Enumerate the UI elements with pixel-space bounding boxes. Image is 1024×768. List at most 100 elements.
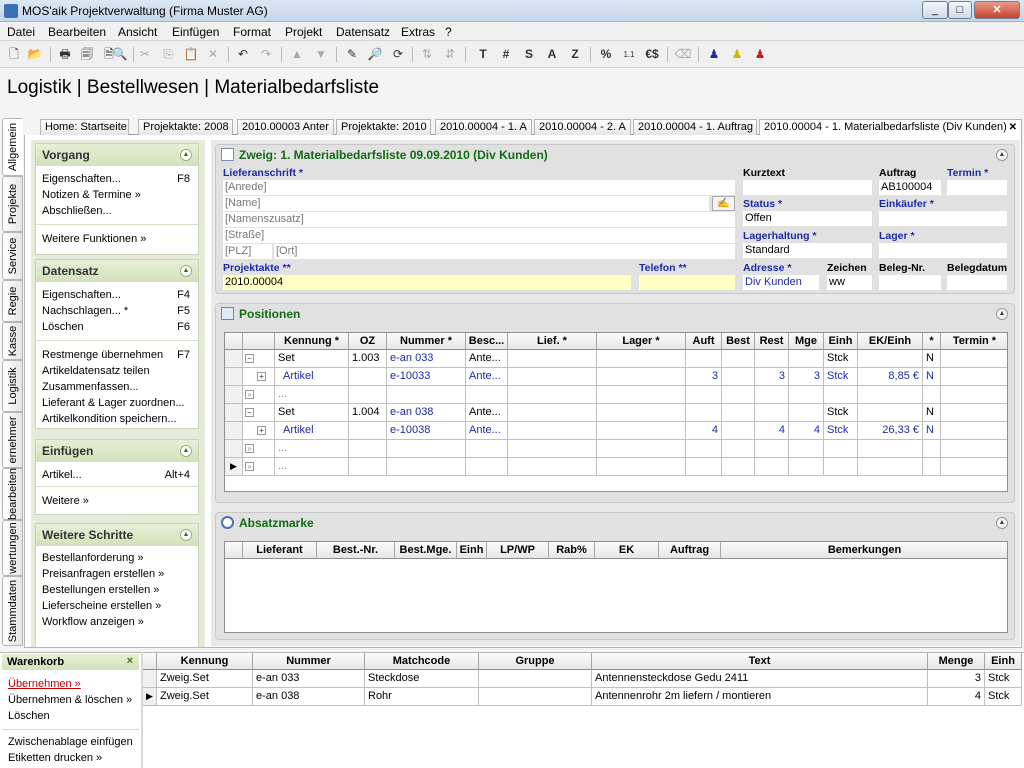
lagerhaltung-field[interactable]: Standard: [743, 243, 872, 258]
cell-mge[interactable]: 4: [789, 422, 824, 440]
cell-einh[interactable]: Stck: [824, 422, 858, 440]
cell-lager[interactable]: [597, 386, 686, 404]
cell-oz[interactable]: 1.003: [349, 350, 387, 368]
plz-field[interactable]: [PLZ]: [223, 244, 272, 259]
section-header[interactable]: Vorgang ▲: [36, 144, 198, 166]
cell-ek[interactable]: 8,85 €: [858, 368, 923, 386]
section-header[interactable]: Einfügen ▲: [36, 440, 198, 462]
cell-star[interactable]: N: [923, 422, 941, 440]
vtab-unternehmer[interactable]: ernehmer: [2, 412, 23, 468]
col-menge[interactable]: Menge: [928, 653, 985, 670]
datensatz-eigenschaften[interactable]: Eigenschaften...: [42, 289, 121, 301]
row-indicator[interactable]: [225, 422, 243, 440]
broom-icon[interactable]: ⌫: [673, 45, 693, 64]
cell-termin[interactable]: [941, 422, 1007, 440]
cell-oz[interactable]: 1.004: [349, 404, 387, 422]
cell-nummer[interactable]: [387, 386, 466, 404]
tab-home[interactable]: Home: Startseite: [40, 119, 129, 135]
cell-ek[interactable]: [858, 350, 923, 368]
s-button[interactable]: S: [519, 45, 539, 64]
schritt-preisanfragen[interactable]: Preisanfragen erstellen »: [42, 568, 164, 580]
row-indicator[interactable]: ▶: [143, 688, 157, 706]
cell-star[interactable]: [923, 386, 941, 404]
collapse-icon[interactable]: ▲: [996, 308, 1008, 320]
cell-matchcode[interactable]: Steckdose: [365, 670, 479, 688]
strasse-field[interactable]: [Straße]: [223, 228, 735, 243]
col-lieferant[interactable]: Lieferant: [243, 542, 317, 559]
cell-menge[interactable]: 4: [928, 688, 985, 706]
cell-besc[interactable]: Ante...: [466, 422, 508, 440]
cell-best[interactable]: [722, 368, 755, 386]
new-row-icon[interactable]: »: [245, 390, 254, 399]
einkaeufer-field[interactable]: [879, 211, 1007, 226]
cell-besc[interactable]: Ante...: [466, 350, 508, 368]
move-up-icon[interactable]: ▲: [287, 45, 307, 64]
col-termin[interactable]: Termin *: [941, 333, 1007, 350]
search-page-icon[interactable]: 🔍: [110, 45, 130, 64]
cell-star[interactable]: [923, 440, 941, 458]
cell-auft[interactable]: [686, 404, 722, 422]
anrede-field[interactable]: [Anrede]: [223, 180, 735, 195]
cell-oz[interactable]: [349, 440, 387, 458]
menu-projekt[interactable]: Projekt: [285, 25, 322, 39]
namenszusatz-field[interactable]: [Namenszusatz]: [223, 212, 735, 227]
cell-rest[interactable]: [755, 386, 789, 404]
cell-auft[interactable]: [686, 386, 722, 404]
cell-rest[interactable]: [755, 404, 789, 422]
cell-einh[interactable]: Stck: [824, 368, 858, 386]
col-lp-wp[interactable]: LP/WP: [487, 542, 549, 559]
schritt-workflow[interactable]: Workflow anzeigen »: [42, 616, 144, 628]
cell-nummer[interactable]: e-10038: [387, 422, 466, 440]
new-row-icon[interactable]: »: [245, 462, 254, 471]
col-best-nr[interactable]: Best.-Nr.: [317, 542, 395, 559]
cell-lief[interactable]: [508, 368, 597, 386]
cell-lager[interactable]: [597, 458, 686, 476]
cell-best[interactable]: [722, 440, 755, 458]
col-text[interactable]: Text: [592, 653, 928, 670]
cell-besc[interactable]: [466, 458, 508, 476]
col-kennung[interactable]: Kennung: [157, 653, 253, 670]
cell-termin[interactable]: [941, 458, 1007, 476]
col-bemerkungen[interactable]: Bemerkungen: [721, 542, 1007, 559]
cell-auft[interactable]: 4: [686, 422, 722, 440]
cell-text[interactable]: Antennensteckdose Gedu 2411: [592, 670, 928, 688]
menu-format[interactable]: Format: [233, 25, 271, 39]
collapse-tree-icon[interactable]: −: [245, 354, 254, 363]
user-blue-icon[interactable]: ♟: [704, 45, 724, 64]
cell-best[interactable]: [722, 458, 755, 476]
collapse-icon[interactable]: ▲: [180, 529, 192, 541]
undo-icon[interactable]: ↶: [233, 45, 253, 64]
belegnr-field[interactable]: [879, 275, 941, 290]
cell-mge[interactable]: [789, 458, 824, 476]
cell-termin[interactable]: [941, 368, 1007, 386]
hash-button[interactable]: #: [496, 45, 516, 64]
col-gruppe[interactable]: Gruppe: [479, 653, 592, 670]
collapse-tree-icon[interactable]: −: [245, 408, 254, 417]
vtab-logistik[interactable]: Logistik: [2, 360, 23, 412]
datensatz-lieferant-lager[interactable]: Lieferant & Lager zuordnen...: [42, 397, 184, 409]
vorgang-eigenschaften[interactable]: Eigenschaften...: [42, 173, 121, 185]
cell-rest[interactable]: [755, 458, 789, 476]
cell-besc[interactable]: [466, 386, 508, 404]
cell-oz[interactable]: [349, 422, 387, 440]
tab-projektakte-2010[interactable]: Projektakte: 2010: [336, 119, 431, 135]
cell-nummer[interactable]: e-an 038: [253, 688, 365, 706]
text-t-button[interactable]: T: [473, 45, 493, 64]
redo-icon[interactable]: ↷: [256, 45, 276, 64]
vtab-bearbeiten[interactable]: bearbeiten: [2, 468, 23, 520]
tab-close-icon[interactable]: ✕: [1009, 122, 1017, 133]
tab-materialbedarfsliste[interactable]: 2010.00004 - 1. Materialbedarfsliste (Di…: [759, 119, 1022, 136]
cell-lief[interactable]: [508, 422, 597, 440]
cell-ek[interactable]: [858, 386, 923, 404]
cell-text[interactable]: Antennenrohr 2m liefern / montieren: [592, 688, 928, 706]
menu-datei[interactable]: Datei: [7, 25, 35, 39]
status-field[interactable]: Offen: [743, 211, 872, 226]
cell-einh[interactable]: [824, 440, 858, 458]
cell-lager[interactable]: [597, 422, 686, 440]
section-header[interactable]: Datensatz ▲: [36, 260, 198, 282]
cell-termin[interactable]: [941, 404, 1007, 422]
cell-einh[interactable]: Stck: [824, 350, 858, 368]
auftrag-field[interactable]: AB100004: [879, 180, 941, 195]
vorgang-notizen[interactable]: Notizen & Termine »: [42, 189, 141, 201]
cell-gruppe[interactable]: [479, 670, 592, 688]
